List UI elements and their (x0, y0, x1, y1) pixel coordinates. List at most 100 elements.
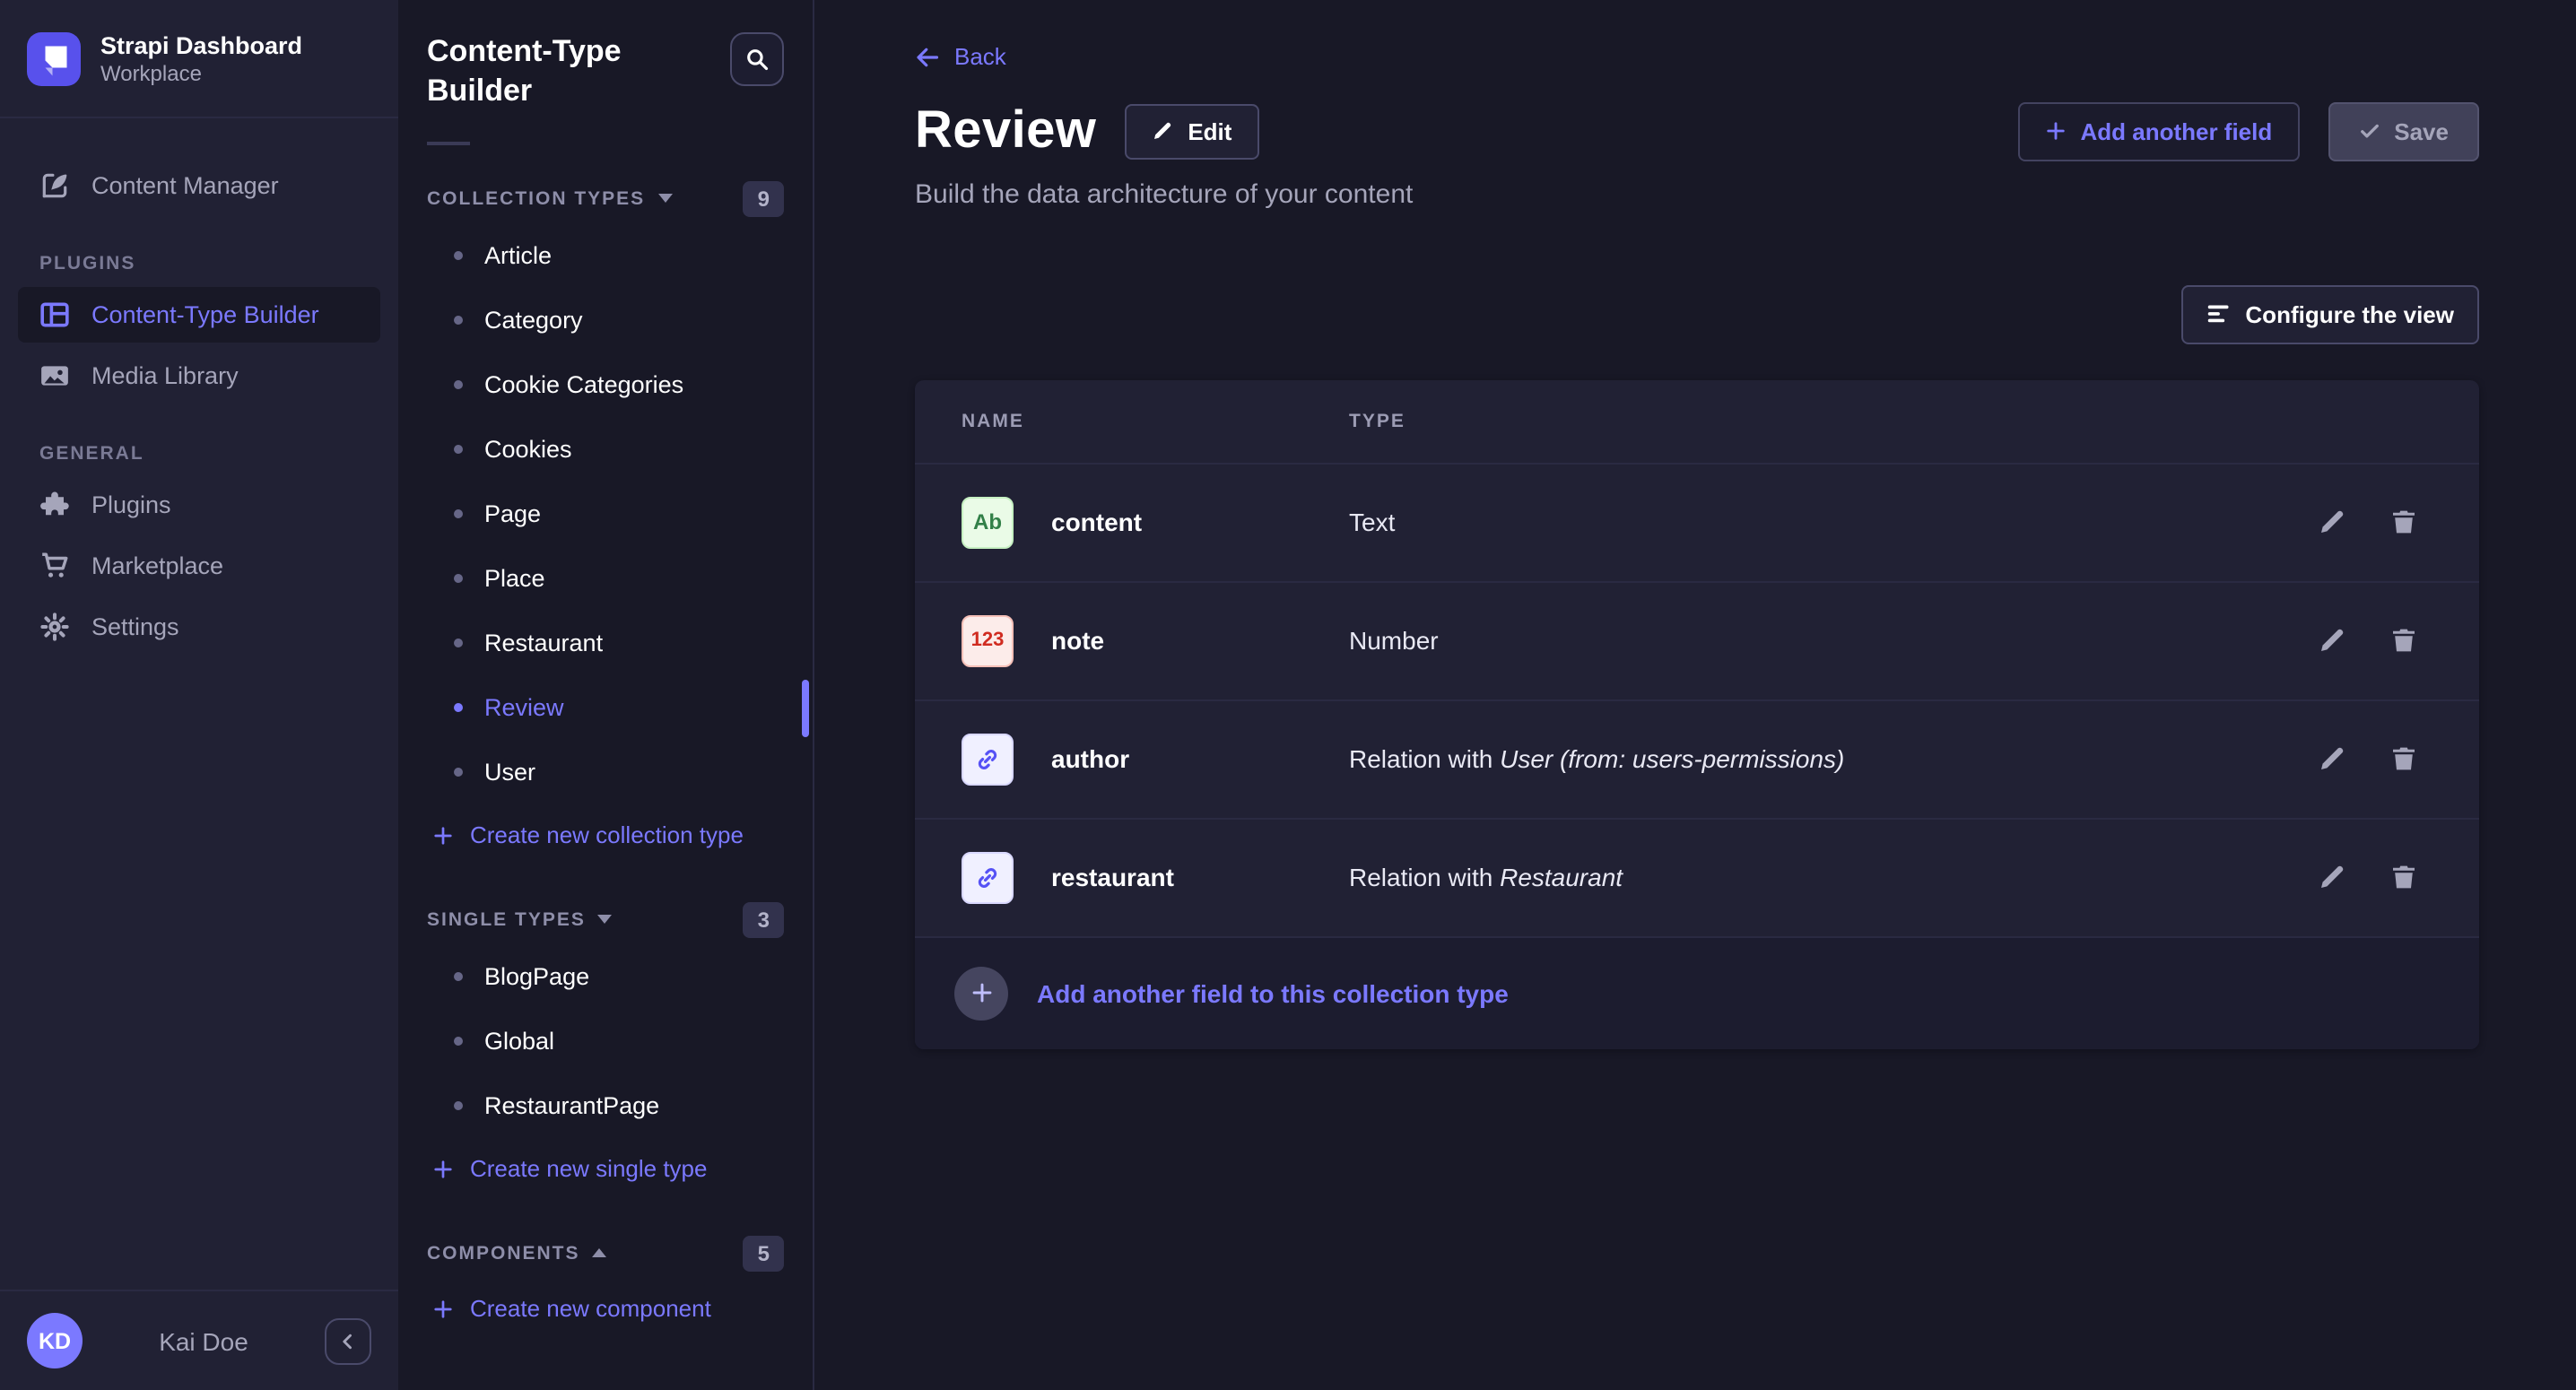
table-row: Ab content Text (915, 462, 2479, 580)
number-field-icon: 123 (962, 614, 1014, 666)
sidebar-item-plugins[interactable]: Plugins (18, 477, 380, 533)
picture-icon (39, 361, 70, 391)
single-types-header[interactable]: SINGLE TYPES 3 (427, 895, 784, 945)
field-type: Relation with (1349, 744, 1500, 773)
item-label: Page (484, 501, 541, 528)
collection-type-category[interactable]: Category (427, 289, 784, 353)
edit-button[interactable]: Edit (1125, 103, 1258, 159)
field-type: Text (1349, 508, 1395, 536)
item-label: Cookie Categories (484, 372, 683, 399)
user-name: Kai Doe (83, 1326, 325, 1355)
workspace-header[interactable]: Strapi Dashboard Workplace (0, 0, 398, 118)
bullet-icon (454, 381, 463, 390)
search-button[interactable] (730, 32, 784, 86)
components-count-badge: 5 (744, 1236, 784, 1272)
item-label: Category (484, 308, 583, 334)
collection-types-header[interactable]: COLLECTION TYPES 9 (427, 174, 784, 224)
delete-field-button[interactable] (2389, 508, 2418, 536)
single-type-global[interactable]: Global (427, 1010, 784, 1074)
strapi-app: Strapi Dashboard Workplace Content Manag… (0, 0, 2576, 1390)
single-type-blogpage[interactable]: BlogPage (427, 945, 784, 1010)
pencil-icon (2318, 626, 2346, 655)
bullet-icon (454, 769, 463, 778)
section-label: SINGLE TYPES (427, 909, 586, 931)
collection-type-cookie-categories[interactable]: Cookie Categories (427, 353, 784, 418)
edit-field-button[interactable] (2318, 508, 2346, 536)
back-link[interactable]: Back (915, 43, 1006, 70)
sidebar-item-marketplace[interactable]: Marketplace (18, 538, 380, 594)
trash-icon (2389, 744, 2418, 773)
collection-type-restaurant[interactable]: Restaurant (427, 612, 784, 676)
field-type-cell: Number (1349, 626, 2232, 655)
search-icon (744, 47, 770, 72)
sidebar-item-content-type-builder[interactable]: Content-Type Builder (18, 287, 380, 343)
sidebar-item-label: Plugins (91, 491, 171, 518)
create-new-collection-type-link[interactable]: Create new collection type (427, 805, 784, 866)
delete-field-button[interactable] (2389, 744, 2418, 773)
single-types-count-badge: 3 (744, 902, 784, 938)
plus-icon (432, 1299, 454, 1320)
edit-label: Edit (1188, 117, 1231, 144)
table-row: author Relation with User (from: users-p… (915, 699, 2479, 817)
create-new-component-link[interactable]: Create new component (427, 1279, 784, 1340)
collapse-sidebar-button[interactable] (325, 1317, 371, 1364)
plus-circle-icon (954, 966, 1008, 1020)
components-header[interactable]: COMPONENTS 5 (427, 1229, 784, 1279)
column-header-type: TYPE (1349, 410, 2232, 431)
sidebar-item-settings[interactable]: Settings (18, 599, 380, 655)
item-label: Cookies (484, 437, 572, 464)
page-header-row: Review Edit Add another field (915, 101, 2479, 161)
single-type-restaurantpage[interactable]: RestaurantPage (427, 1074, 784, 1139)
field-type: Number (1349, 626, 1439, 655)
collection-type-place[interactable]: Place (427, 547, 784, 612)
bullet-icon (454, 1102, 463, 1111)
plus-icon (432, 1159, 454, 1180)
main-sidebar: Strapi Dashboard Workplace Content Manag… (0, 0, 398, 1390)
bullet-icon (454, 510, 463, 519)
sidebar-section-general: GENERAL (39, 443, 359, 465)
trash-icon (2389, 508, 2418, 536)
sidebar-item-media-library[interactable]: Media Library (18, 348, 380, 404)
collection-type-article[interactable]: Article (427, 224, 784, 289)
edit-field-button[interactable] (2318, 744, 2346, 773)
sidebar-item-content-manager[interactable]: Content Manager (18, 158, 380, 213)
feather-pen-icon (39, 170, 70, 201)
create-new-single-type-link[interactable]: Create new single type (427, 1139, 784, 1200)
delete-field-button[interactable] (2389, 626, 2418, 655)
add-another-field-button[interactable]: Add another field (2017, 101, 2299, 161)
user-avatar[interactable]: KD (27, 1313, 83, 1368)
collection-type-page[interactable]: Page (427, 482, 784, 547)
sidebar-item-label: Marketplace (91, 552, 223, 579)
field-type-cell: Text (1349, 508, 2232, 536)
main-content: Back Review Edit Add another field (814, 0, 2576, 1390)
add-field-footer-label: Add another field to this collection typ… (1037, 978, 1509, 1007)
delete-field-button[interactable] (2389, 863, 2418, 891)
bullet-icon (454, 446, 463, 455)
edit-field-button[interactable] (2318, 626, 2346, 655)
item-label: User (484, 760, 535, 786)
shopping-cart-icon (39, 551, 70, 581)
edit-field-button[interactable] (2318, 863, 2346, 891)
active-item-indicator (802, 680, 809, 737)
check-icon (2358, 120, 2380, 142)
collection-type-review[interactable]: Review (427, 676, 784, 741)
arrow-left-icon (915, 44, 940, 69)
configure-label: Configure the view (2245, 300, 2454, 327)
add-field-footer-button[interactable]: Add another field to this collection typ… (915, 935, 2479, 1048)
bullet-icon (454, 973, 463, 982)
chevron-up-icon (593, 1249, 607, 1258)
fields-table-card: NAME TYPE Ab content Text 123 (915, 379, 2479, 1048)
bullet-icon (454, 575, 463, 584)
save-label: Save (2394, 117, 2449, 144)
save-button[interactable]: Save (2328, 101, 2479, 161)
viewport: Strapi Dashboard Workplace Content Manag… (0, 0, 2576, 1390)
link-label: Create new collection type (470, 822, 744, 849)
table-row: 123 note Number (915, 580, 2479, 699)
collection-types-count-badge: 9 (744, 181, 784, 217)
collection-type-cookies[interactable]: Cookies (427, 418, 784, 482)
configure-the-view-button[interactable]: Configure the view (2180, 284, 2479, 343)
pencil-icon (1152, 120, 1173, 142)
link-label: Create new component (470, 1296, 711, 1323)
collection-type-user[interactable]: User (427, 741, 784, 805)
field-type-target: User (from: users-permissions) (1500, 744, 1844, 773)
